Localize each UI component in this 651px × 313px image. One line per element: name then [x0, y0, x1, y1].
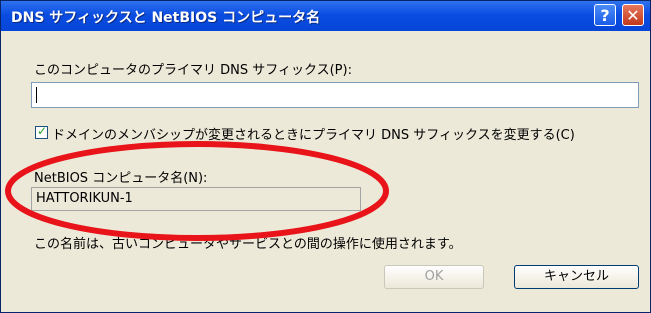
dialog-window: DNS サフィックスと NetBIOS コンピュータ名 ? ✕ このコンピュータ…	[0, 0, 651, 313]
compatibility-note: この名前は、古いコンピュータやサービスとの間の操作に使用されます。	[34, 237, 462, 252]
primary-dns-suffix-label: このコンピュータのプライマリ DNS サフィックス(P):	[34, 63, 352, 78]
help-icon: ?	[600, 6, 610, 25]
close-icon: ✕	[626, 6, 640, 25]
change-dns-suffix-checkbox[interactable]: ✓	[35, 124, 48, 139]
ok-button[interactable]: OK	[384, 265, 484, 289]
change-dns-suffix-label[interactable]: ドメインのメンバシップが変更されるときにプライマリ DNS サフィックスを変更す…	[52, 124, 575, 143]
text-caret	[36, 87, 37, 103]
title-bar[interactable]: DNS サフィックスと NetBIOS コンピュータ名 ? ✕	[1, 1, 650, 31]
help-button[interactable]: ?	[594, 4, 616, 26]
netbios-name-label: NetBIOS コンピュータ名(N):	[34, 171, 208, 186]
netbios-name-value: HATTORIKUN-1	[36, 191, 133, 206]
primary-dns-suffix-input[interactable]	[31, 82, 639, 108]
cancel-button[interactable]: キャンセル	[514, 265, 639, 289]
netbios-name-field: HATTORIKUN-1	[31, 187, 361, 211]
checkmark-icon: ✓	[37, 124, 48, 138]
window-title: DNS サフィックスと NetBIOS コンピュータ名	[11, 10, 321, 26]
close-button[interactable]: ✕	[622, 4, 644, 26]
